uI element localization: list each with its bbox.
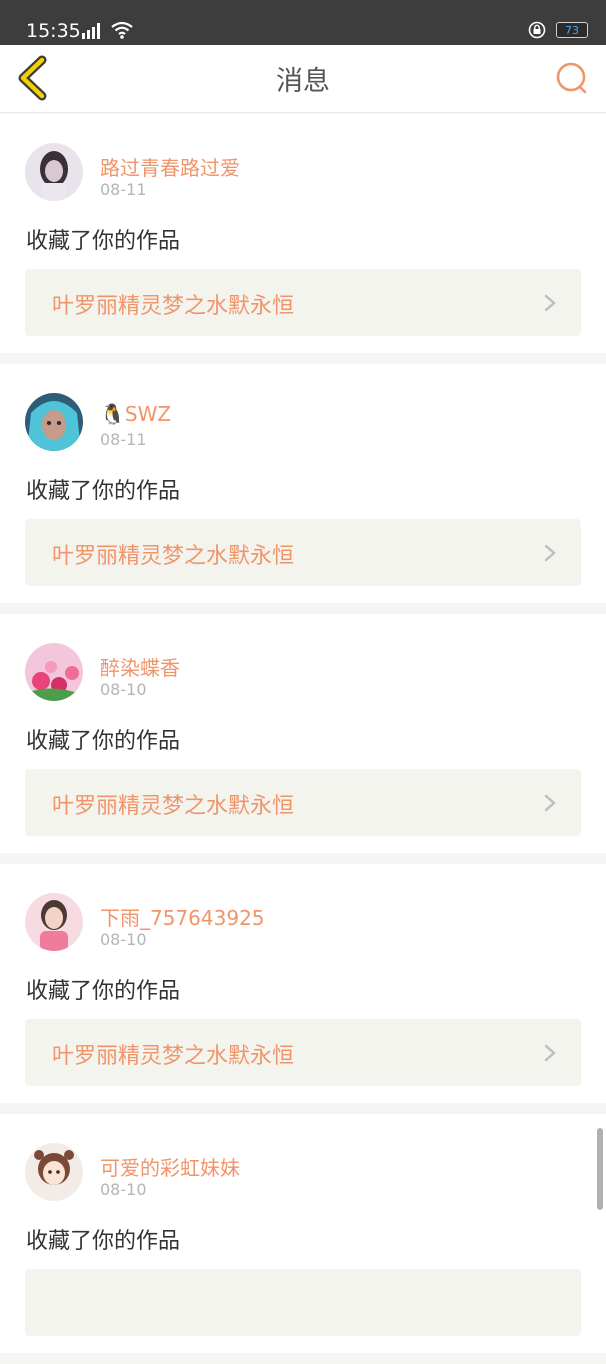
search-button[interactable] <box>552 59 592 99</box>
avatar[interactable] <box>25 393 83 451</box>
wifi-icon <box>111 21 133 39</box>
avatar[interactable] <box>25 643 83 701</box>
work-link[interactable]: 叶罗丽精灵梦之水默永恒 <box>25 1019 581 1086</box>
action-text: 收藏了你的作品 <box>26 229 181 254</box>
avatar[interactable] <box>25 1143 83 1201</box>
user-name[interactable]: 🐧SWZ <box>100 402 171 426</box>
status-time: 15:35 <box>26 20 81 42</box>
nav-bar: 消息 <box>0 45 606 113</box>
user-name[interactable]: 路过青春路过爱 <box>100 152 240 181</box>
post-date: 08-11 <box>100 180 147 199</box>
lock-rotation-icon <box>528 21 546 39</box>
user-name[interactable]: 可爱的彩虹妹妹 <box>100 1152 240 1181</box>
avatar[interactable] <box>25 893 83 951</box>
post-date: 08-10 <box>100 1180 147 1199</box>
search-icon <box>556 62 587 94</box>
work-title: 叶罗丽精灵梦之水默永恒 <box>52 1044 295 1069</box>
work-title: 叶罗丽精灵梦之水默永恒 <box>52 294 295 319</box>
work-title: 叶罗丽精灵梦之水默永恒 <box>52 794 295 819</box>
post-date: 08-10 <box>100 680 147 699</box>
post-date: 08-11 <box>100 430 147 449</box>
work-title: 叶罗丽精灵梦之水默永恒 <box>52 544 295 569</box>
notification-card: 路过青春路过爱 08-11 收藏了你的作品 叶罗丽精灵梦之水默永恒 <box>0 114 606 353</box>
action-text: 收藏了你的作品 <box>26 1229 181 1254</box>
chevron-right-icon <box>544 794 556 812</box>
notification-list: 路过青春路过爱 08-11 收藏了你的作品 叶罗丽精灵梦之水默永恒 🐧SWZ 0… <box>0 114 606 1364</box>
notification-card: 可爱的彩虹妹妹 08-10 收藏了你的作品 <box>0 1114 606 1353</box>
action-text: 收藏了你的作品 <box>26 729 181 754</box>
action-text: 收藏了你的作品 <box>26 479 181 504</box>
avatar[interactable] <box>25 143 83 201</box>
signal-icon <box>82 23 100 39</box>
work-link[interactable]: 叶罗丽精灵梦之水默永恒 <box>25 769 581 836</box>
chevron-right-icon <box>544 294 556 312</box>
work-link[interactable]: 叶罗丽精灵梦之水默永恒 <box>25 269 581 336</box>
chevron-right-icon <box>544 544 556 562</box>
post-date: 08-10 <box>100 930 147 949</box>
chevron-right-icon <box>544 1044 556 1062</box>
user-name[interactable]: 下雨_757643925 <box>100 902 265 931</box>
user-name[interactable]: 醉染蝶香 <box>100 652 180 681</box>
notification-card: 🐧SWZ 08-11 收藏了你的作品 叶罗丽精灵梦之水默永恒 <box>0 364 606 603</box>
battery-indicator: 73 <box>556 22 588 38</box>
status-right: 73 <box>528 21 588 39</box>
scrollbar[interactable] <box>597 1128 603 1210</box>
status-bar: 15:35 73 <box>0 0 606 45</box>
page-title: 消息 <box>276 66 330 97</box>
notification-card: 下雨_757643925 08-10 收藏了你的作品 叶罗丽精灵梦之水默永恒 <box>0 864 606 1103</box>
work-link[interactable] <box>25 1269 581 1336</box>
status-icons <box>82 21 134 39</box>
battery-level: 73 <box>565 23 579 37</box>
action-text: 收藏了你的作品 <box>26 979 181 1004</box>
work-link[interactable]: 叶罗丽精灵梦之水默永恒 <box>25 519 581 586</box>
notification-card: 醉染蝶香 08-10 收藏了你的作品 叶罗丽精灵梦之水默永恒 <box>0 614 606 853</box>
